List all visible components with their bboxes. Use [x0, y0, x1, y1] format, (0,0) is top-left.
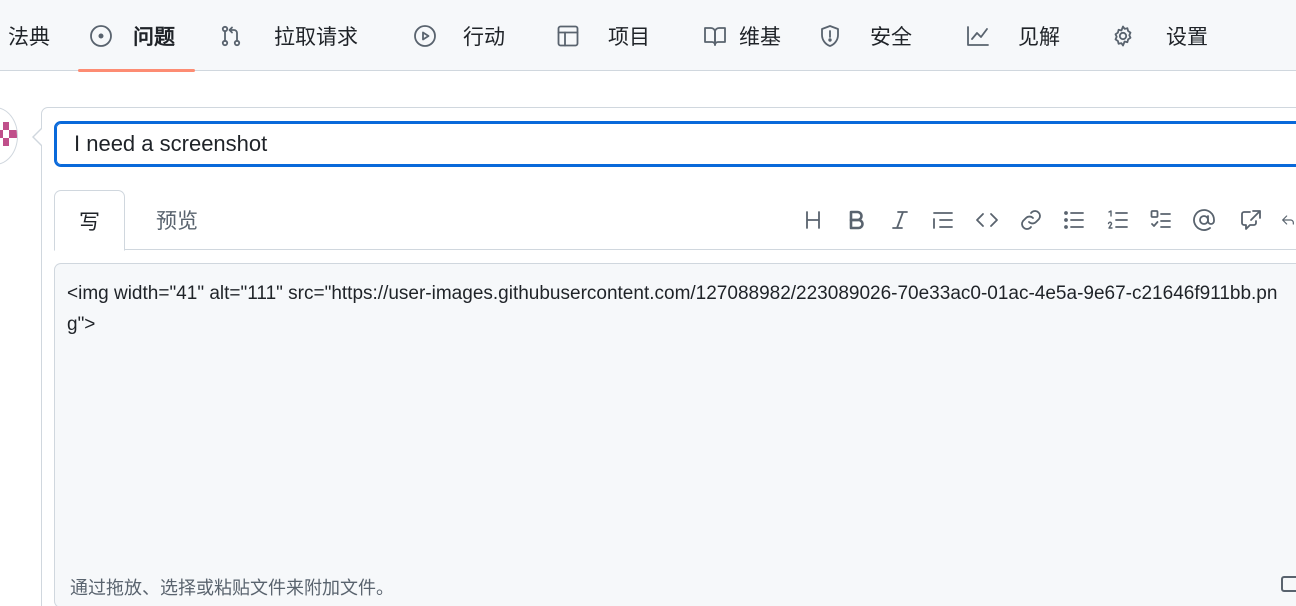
heading-button[interactable]: [798, 203, 828, 237]
issue-opened-icon: [90, 24, 112, 47]
nav-tab-projects[interactable]: 项目: [556, 0, 650, 71]
nav-tab-actions[interactable]: 行动: [413, 0, 505, 71]
nav-tab-wiki[interactable]: 维基: [703, 0, 781, 71]
bold-icon: [849, 210, 864, 230]
avatar-pixel: [0, 130, 3, 138]
nav-tab-security[interactable]: 安全: [818, 0, 912, 71]
italic-button[interactable]: [885, 203, 915, 237]
numbered-list-button[interactable]: [1103, 203, 1133, 237]
numbered-list-icon: [1107, 210, 1128, 229]
repo-nav: 法典 问题 拉取请求 行动 项目 维基 安全 见解 设置: [0, 0, 1296, 72]
nav-tab-label: 拉取请求: [274, 25, 358, 49]
link-button[interactable]: [1016, 203, 1046, 237]
nav-tab-issues[interactable]: 问题: [78, 0, 195, 72]
table-icon: [557, 25, 579, 46]
nav-tab-label: 项目: [608, 25, 650, 49]
form-pointer-arrow-inner: [34, 128, 43, 146]
nav-tab-insights[interactable]: 见解: [966, 0, 1060, 71]
bulleted-list-icon: [1064, 211, 1084, 229]
avatar-pixel: [9, 130, 17, 138]
avatar-pixel: [3, 138, 9, 146]
git-pull-request-icon: [221, 25, 241, 46]
play-icon: [414, 24, 436, 47]
graph-icon: [967, 25, 989, 46]
italic-icon: [892, 211, 908, 229]
reply-icon: [1282, 215, 1294, 225]
mention-button[interactable]: [1189, 203, 1219, 237]
avatar[interactable]: [0, 107, 18, 165]
code-button[interactable]: [972, 203, 1002, 237]
nav-tab-label: 安全: [870, 25, 912, 49]
quote-button[interactable]: [928, 203, 958, 237]
cross-reference-button[interactable]: [1236, 203, 1266, 237]
issue-title-input[interactable]: [54, 121, 1296, 167]
mention-icon: [1193, 209, 1215, 231]
nav-tab-label: 设置: [1166, 25, 1208, 49]
quote-icon: [933, 212, 953, 229]
nav-tab-label: 行动: [463, 25, 505, 49]
heading-icon: [806, 211, 820, 229]
tab-preview[interactable]: 预览: [138, 190, 216, 250]
task-list-button[interactable]: [1146, 203, 1176, 237]
link-icon: [1021, 210, 1041, 230]
attach-files-hint: 通过拖放、选择或粘贴文件来附加文件。: [70, 578, 394, 598]
markdown-icon[interactable]: [1281, 576, 1296, 592]
nav-tab-label: 见解: [1018, 25, 1060, 49]
shield-icon: [821, 24, 839, 47]
avatar-pixel: [3, 122, 9, 130]
nav-tab-label: 问题: [133, 25, 175, 49]
book-icon: [704, 26, 726, 46]
reply-button[interactable]: [1280, 203, 1296, 237]
tab-write[interactable]: 写: [54, 190, 125, 251]
issue-body-text: <img width="41" alt="111" src="https://u…: [67, 283, 1278, 335]
gear-icon: [1114, 25, 1132, 46]
cross-reference-icon: [1241, 210, 1261, 230]
nav-tab-label: 法典: [8, 25, 50, 49]
bold-button[interactable]: [841, 203, 871, 237]
task-list-icon: [1150, 210, 1171, 228]
code-icon: [976, 213, 998, 227]
nav-tab-settings[interactable]: 设置: [1111, 0, 1208, 71]
nav-tab-code[interactable]: 法典: [8, 0, 50, 71]
nav-tab-pull-requests[interactable]: 拉取请求: [219, 0, 358, 71]
nav-tab-label: 维基: [739, 25, 781, 49]
bulleted-list-button[interactable]: [1059, 203, 1089, 237]
